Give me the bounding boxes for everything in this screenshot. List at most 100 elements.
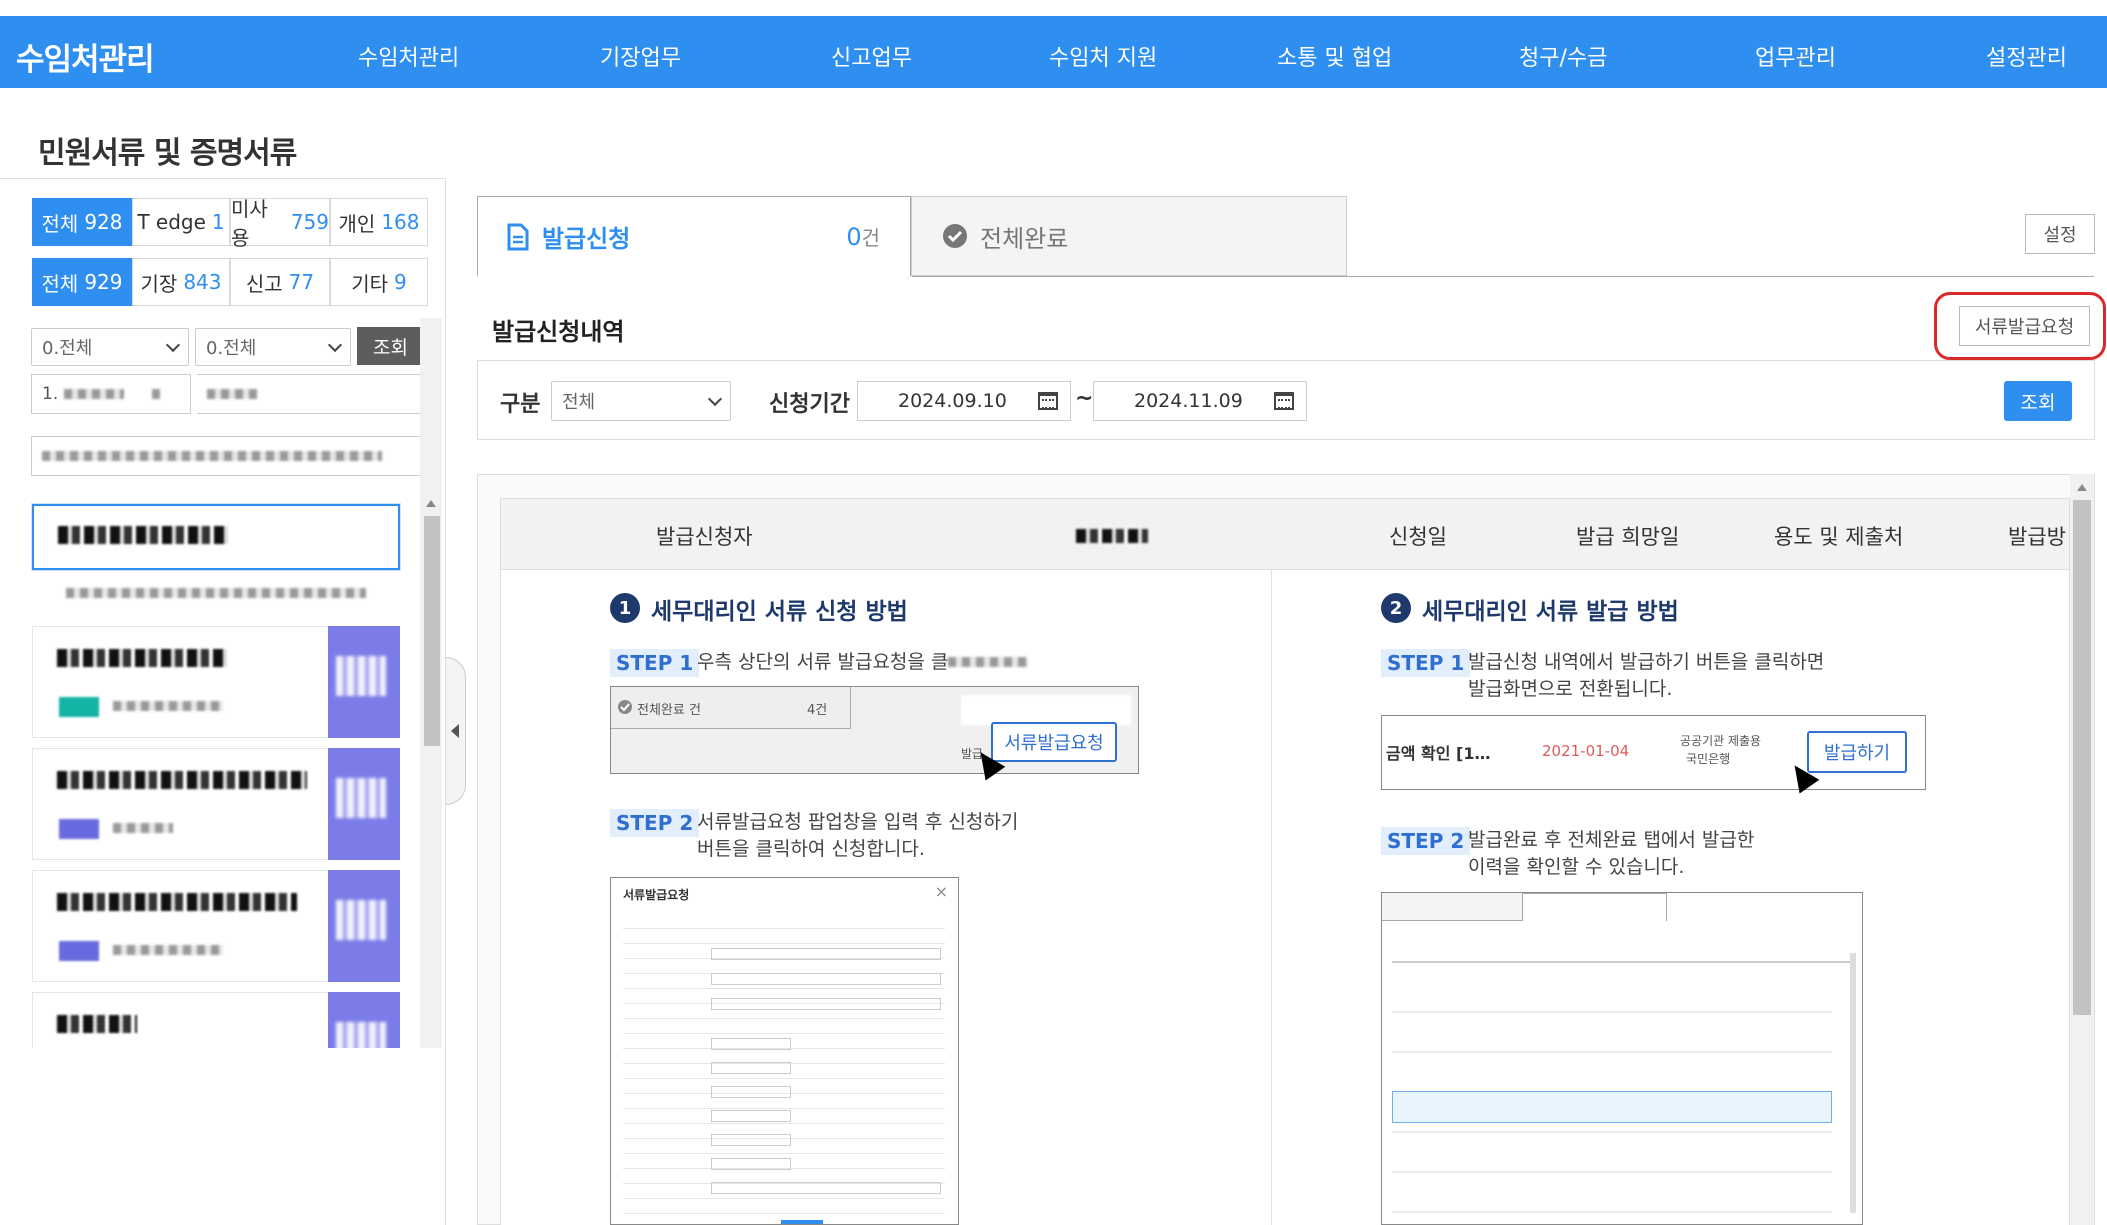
mini-tab-label: 전체완료 건 [637,703,701,718]
tab-done-label: 전체완료 [980,224,1069,253]
guide-right-step1-badge: STEP 1 [1381,649,1471,677]
client-type-tag [59,819,99,839]
client-list [0,318,420,1048]
segment-filing[interactable]: 신고 77 [230,258,330,306]
tedge-badge [328,748,400,860]
guide-right-step2-badge: STEP 2 [1381,827,1471,855]
panel-collapse-toggle[interactable] [446,657,466,805]
content-scroll-thumb[interactable] [2073,500,2091,1015]
mini-issue-button: 발급하기 [1807,731,1907,773]
mini-row-org1: 공공기관 제출용 [1680,734,1762,748]
redacted-text [113,701,223,711]
segment-individual[interactable]: 개인 168 [330,198,428,246]
list-item[interactable] [32,504,400,570]
redacted-text [57,649,227,667]
step-number-1: 1 [610,593,640,623]
nav-item-bookkeeping[interactable]: 기장업무 [600,40,681,72]
redacted-text [113,945,223,955]
guide-left-title: 세무대리인 서류 신청 방법 [651,599,908,625]
nav-item-client-support[interactable]: 수임처 지원 [1049,40,1157,72]
tedge-badge [328,626,400,738]
list-item[interactable] [32,626,400,738]
mini-request-button: 서류발급요청 [991,722,1117,762]
guide-right-title: 세무대리인 서류 발급 방법 [1422,599,1679,625]
list-item[interactable] [32,870,400,982]
col-desired-date: 발급 희망일 [1576,525,1680,549]
guide-left-step2-text2: 버튼을 클릭하여 신청합니다. [697,838,925,860]
mini-row-date: 2021-01-04 [1542,742,1630,760]
tab-done[interactable]: 전체완료 [911,196,1347,276]
type-select-value: 전체 [562,392,596,413]
settings-button[interactable]: 설정 [2025,214,2095,254]
top-nav-bar: 수임처관리 수임처관리 기장업무 신고업무 수임처 지원 소통 및 협업 청구/… [0,16,2107,88]
date-to-input[interactable]: 2024.11.09 [1093,381,1307,421]
segment-other[interactable]: 기타 9 [330,258,428,306]
redacted-text [1076,529,1148,543]
tab-request-label: 발급신청 [542,225,631,253]
guide-mini-list-screenshot [1381,892,1863,1225]
tab-bar-divider [912,276,2094,277]
mini-row-org2: 국민은행 [1686,752,1731,766]
nav-item-filing[interactable]: 신고업무 [831,40,912,72]
tedge-badge [328,870,400,982]
list-item[interactable] [32,748,400,860]
client-type-tag [59,941,99,961]
client-list-scroll-thumb[interactable] [424,516,440,746]
date-from-value: 2024.09.10 [898,390,1007,412]
list-item[interactable] [32,992,400,1048]
filter-search-button[interactable]: 조회 [2004,381,2072,421]
check-circle-icon [943,224,967,248]
guide-left-step1-badge: STEP 1 [610,649,700,677]
guide-left-step1-text: 우측 상단의 서류 발급요청을 클 [697,651,949,673]
tab-request[interactable]: 발급신청 0건 [477,196,911,277]
nav-item-clients[interactable]: 수임처관리 [358,40,459,72]
calendar-icon[interactable] [1038,392,1058,410]
app-title[interactable]: 수임처관리 [16,34,155,79]
document-icon [507,223,529,250]
chevron-left-icon [451,724,459,738]
scroll-up-icon[interactable] [426,500,436,507]
segment-all[interactable]: 전체 928 [32,198,132,246]
date-from-input[interactable]: 2024.09.10 [857,381,1071,421]
segment-bookkeeping[interactable]: 기장 843 [132,258,230,306]
tab-request-count: 0건 [846,223,880,251]
check-circle-icon [618,700,632,714]
chevron-down-icon [707,391,723,406]
page-title: 민원서류 및 증명서류 [38,136,297,171]
filter-segment-row-1: 전체 928 T edge 1 미사용 759 개인 168 [32,197,428,250]
period-label: 신청기간 [769,392,850,417]
guide-right-step1-text1: 발급신청 내역에서 발급하기 버튼을 클릭하면 [1468,651,1825,673]
redacted-text [57,893,297,911]
client-type-tag [59,697,99,717]
redacted-text [57,1015,137,1033]
col-purpose: 용도 및 제출처 [1774,525,1904,549]
date-separator: ~ [1075,386,1094,411]
col-applicant: 발급신청자 [656,525,753,549]
nav-item-work-management[interactable]: 업무관리 [1755,40,1836,72]
redacted-text [57,771,307,789]
scroll-up-icon[interactable] [2077,484,2087,491]
guide-mini-popup: 서류발급요청 × [610,877,959,1225]
segment-all-2[interactable]: 전체 929 [32,258,132,306]
date-to-value: 2024.11.09 [1134,390,1243,412]
filter-segment-row-2: 전체 929 기장 843 신고 77 기타 9 [32,258,428,306]
segment-unused[interactable]: 미사용 759 [230,197,330,250]
tedge-badge [328,992,400,1048]
nav-item-billing[interactable]: 청구/수금 [1519,40,1607,72]
guide-right-step2-text2: 이력을 확인할 수 있습니다. [1468,856,1685,878]
nav-item-settings[interactable]: 설정관리 [1986,40,2067,72]
type-select[interactable]: 전체 [551,381,731,421]
guide-divider [1271,570,1272,1225]
segment-tedge[interactable]: T edge 1 [132,198,230,246]
redacted-text [58,526,228,544]
guide-right-step1-text2: 발급화면으로 전환됩니다. [1468,678,1673,700]
nav-item-communication[interactable]: 소통 및 협업 [1277,40,1392,72]
step-number-2: 2 [1381,593,1411,623]
redacted-text [113,823,173,833]
col-request-date: 신청일 [1389,525,1447,549]
close-icon: × [934,882,948,901]
calendar-icon[interactable] [1274,392,1294,410]
redacted-text [948,657,1028,667]
mini-tab-count: 4건 [807,703,828,718]
list-item-subtext [66,583,366,598]
